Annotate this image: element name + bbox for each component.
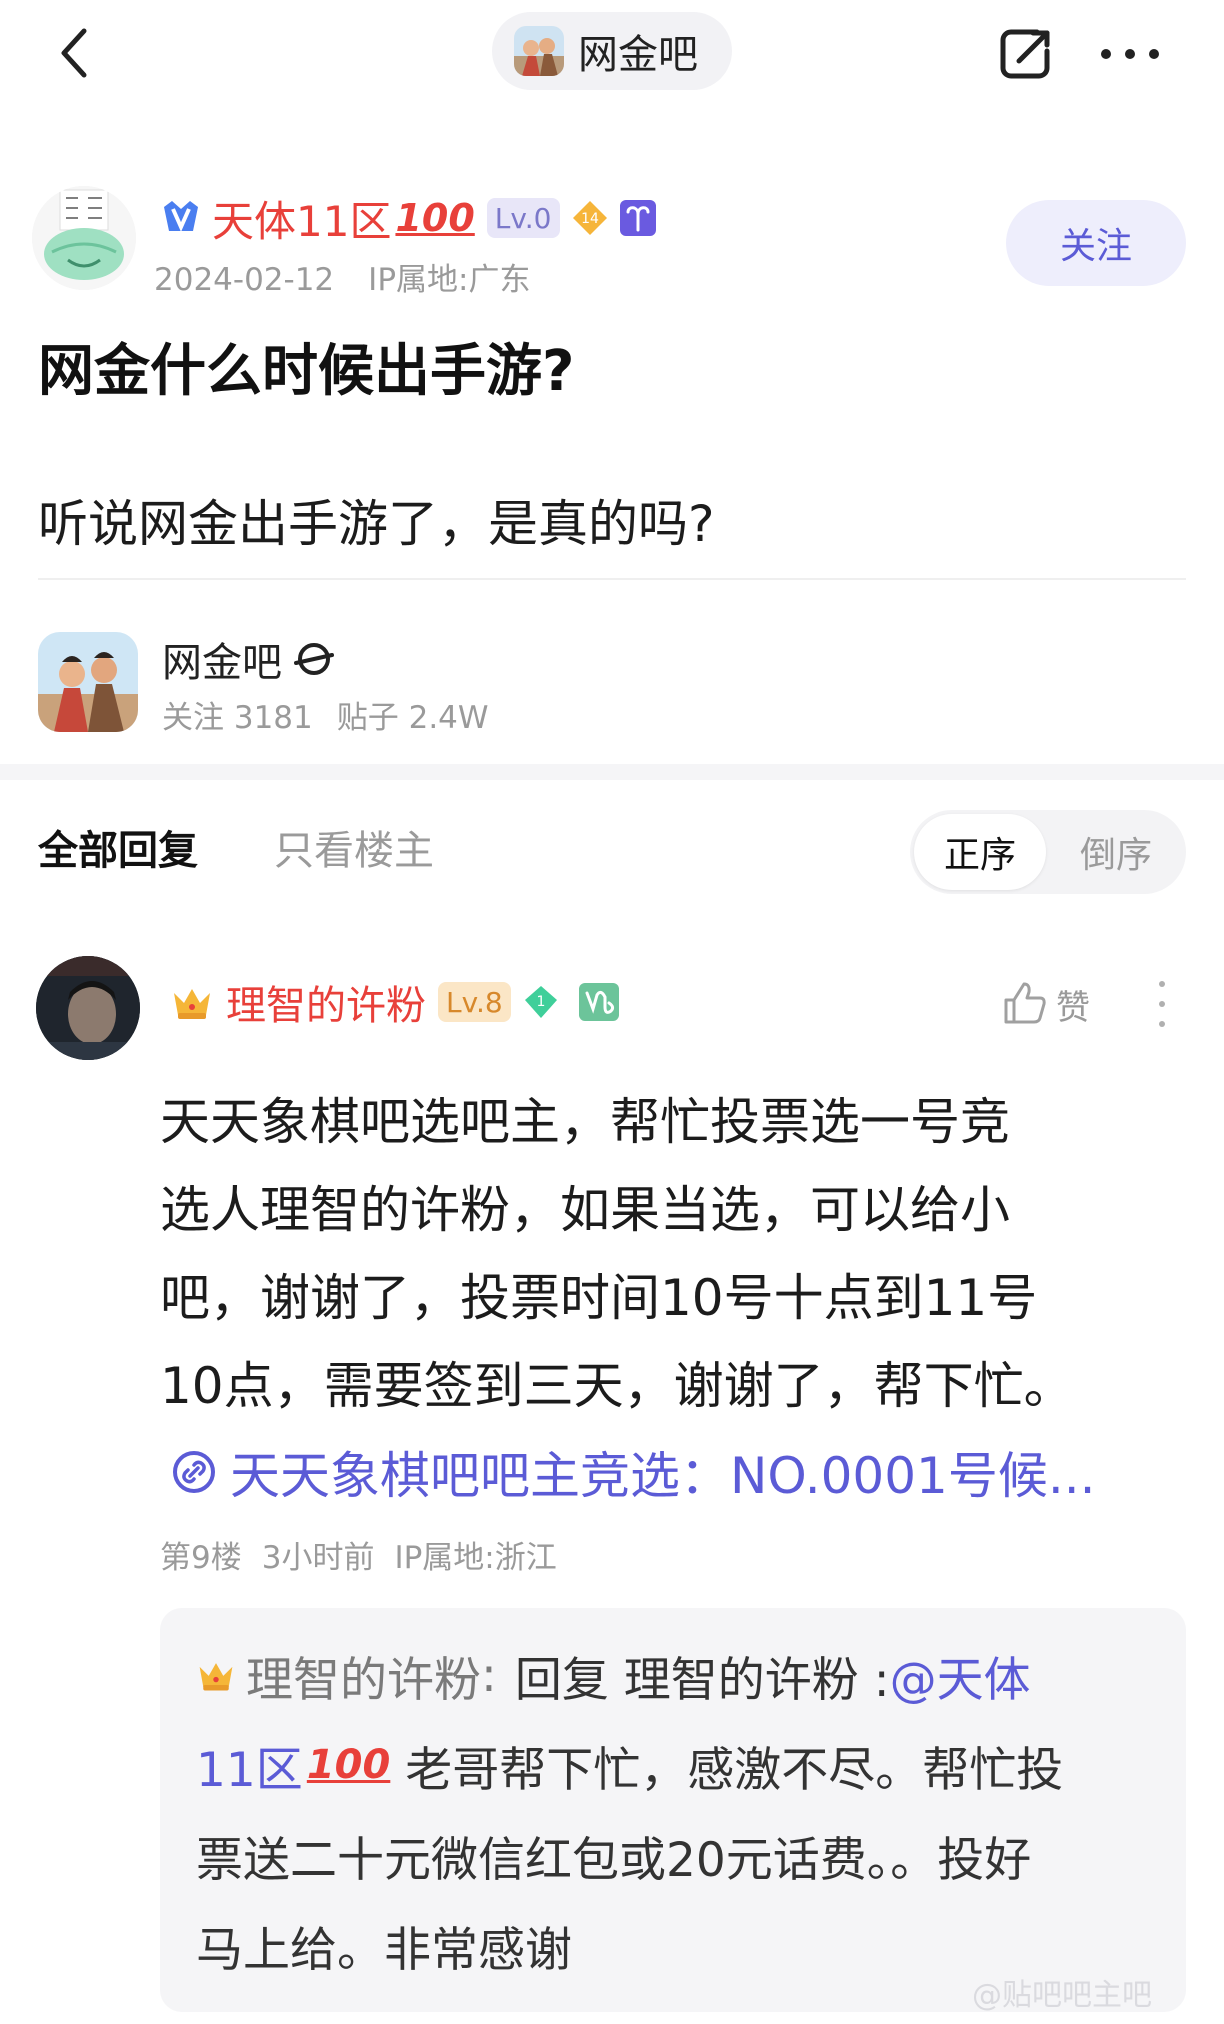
like-label: 赞	[1056, 987, 1090, 1028]
forum-name[interactable]: 网金吧	[162, 630, 282, 688]
share-button[interactable]	[990, 18, 1062, 90]
dot	[1159, 1021, 1165, 1027]
post-author-avatar[interactable]	[32, 186, 136, 290]
sub-reply-author[interactable]: 理智的许粉	[246, 1641, 481, 1710]
reply-time: 3小时前	[261, 1540, 375, 1576]
watermark: @贴吧吧主吧	[972, 1978, 1152, 2013]
section-gap	[0, 764, 1224, 780]
fan-badge-icon: 14	[572, 201, 607, 235]
like-button[interactable]: 赞	[1000, 974, 1090, 1034]
sub-reply-text: 老哥帮下忙，感激不尽。帮忙投	[390, 1742, 1064, 1798]
capricorn-icon	[578, 983, 619, 1021]
reply-ip-location: IP属地:浙江	[394, 1540, 557, 1576]
hundred-points-icon: 100	[395, 196, 475, 240]
dot	[1159, 1001, 1165, 1007]
forum-stats: 关注 3181 贴子 2.4W	[162, 692, 489, 737]
tab-all-replies[interactable]: 全部回复	[38, 818, 198, 876]
sub-reply-box[interactable]: 理智的许粉: 回复 理智的许粉 : @天体 11区 100 老哥帮下忙，感激不尽…	[160, 1608, 1186, 2012]
top-bar: 网金吧	[0, 0, 1224, 110]
reply-floor: 第9楼	[160, 1540, 242, 1576]
reply-body-line: 吧，谢谢了，投票时间10号十点到11号	[160, 1269, 1038, 1327]
crown-icon	[174, 989, 210, 1019]
sub-reply-line: 11区 100 老哥帮下忙，感激不尽。帮忙投	[196, 1720, 1063, 1810]
reply-body: 天天象棋吧选吧主，帮忙投票选一号竞 选人理智的许粉，如果当选，可以给小 吧，谢谢…	[160, 1078, 1170, 1430]
reply-body-line: 天天象棋吧选吧主，帮忙投票选一号竞	[160, 1093, 1010, 1151]
forum-followers: 关注 3181	[162, 700, 313, 736]
back-button[interactable]	[44, 18, 104, 88]
follow-button[interactable]: 关注	[1006, 200, 1186, 286]
divider	[38, 578, 1186, 580]
aries-icon	[619, 200, 656, 236]
sub-reply-prefix: 回复 理智的许粉 :	[514, 1652, 890, 1708]
reply-author-name[interactable]: 理智的许粉	[226, 973, 426, 1031]
reply-body-line: 选人理智的许粉，如果当选，可以给小	[160, 1181, 1010, 1239]
sub-reply-line: 马上给。非常感谢	[196, 1922, 572, 1978]
forum-avatar[interactable]	[38, 632, 138, 732]
post-ip-location: IP属地:广东	[368, 262, 531, 298]
sort-toggle: 正序 倒序	[910, 810, 1186, 894]
tab-op-only[interactable]: 只看楼主	[274, 818, 434, 876]
forum-pill[interactable]: 网金吧	[492, 12, 732, 90]
more-dots-icon	[1101, 49, 1159, 59]
post-body: 听说网金出手游了，是真的吗?	[38, 495, 715, 553]
sub-reply-mention[interactable]: 11区	[196, 1731, 303, 1800]
sub-reply-colon: :	[481, 1647, 497, 1703]
reply-more-button[interactable]	[1150, 974, 1174, 1034]
author-level-badge: Lv.0	[486, 198, 560, 238]
post-title: 网金什么时候出手游?	[38, 339, 575, 404]
link-icon	[173, 1451, 215, 1493]
forum-mini-avatar	[514, 26, 564, 76]
forum-orbit-icon	[294, 643, 334, 675]
forum-name-line: 网金吧	[162, 632, 336, 686]
dot	[1159, 981, 1165, 987]
thumbs-up-icon	[1004, 982, 1046, 1024]
crown-icon	[199, 1663, 233, 1691]
post-author-name[interactable]: 天体11区	[212, 188, 391, 249]
share-icon	[1000, 29, 1050, 79]
reply-body-line: 10点，需要签到三天，谢谢了，帮下忙。	[160, 1357, 1074, 1415]
post-date: 2024-02-12	[154, 262, 335, 298]
reply-link[interactable]: 天天象棋吧吧主竞选：NO.0001号候...	[170, 1432, 1096, 1512]
reply-fan-badge-level: 1	[536, 994, 545, 1010]
hundred-points-icon: 100	[306, 1742, 391, 1788]
chevron-left-icon	[61, 28, 87, 78]
post-meta: 2024-02-12 IP属地:广东	[154, 254, 530, 299]
sort-ascending-button[interactable]: 正序	[914, 814, 1046, 890]
post-author-line: 天体11区 100 Lv.0 14	[160, 190, 656, 246]
sub-reply-mention[interactable]: @天体	[890, 1641, 1031, 1710]
reply-meta: 第9楼 3小时前 IP属地:浙江	[160, 1532, 557, 1577]
forum-posts: 贴子 2.4W	[336, 700, 489, 736]
reply-level-badge: Lv.8	[438, 982, 511, 1022]
more-options-button[interactable]	[1090, 18, 1170, 90]
reply-author-line: 理智的许粉 Lv.8 1	[170, 974, 619, 1030]
sort-descending-button[interactable]: 倒序	[1050, 814, 1182, 890]
reply-author-avatar[interactable]	[36, 956, 140, 1060]
forum-pill-name: 网金吧	[578, 32, 698, 78]
vip-badge-icon	[164, 201, 198, 232]
sub-reply-line: 票送二十元微信红包或20元话费。。投好	[196, 1832, 1032, 1888]
reply-link-text: 天天象棋吧吧主竞选：NO.0001号候...	[230, 1447, 1096, 1505]
fan-badge-icon: 1	[524, 986, 557, 1018]
fan-badge-level: 14	[581, 211, 599, 227]
sub-reply-line: 理智的许粉: 回复 理智的许粉 : @天体	[196, 1630, 1031, 1720]
